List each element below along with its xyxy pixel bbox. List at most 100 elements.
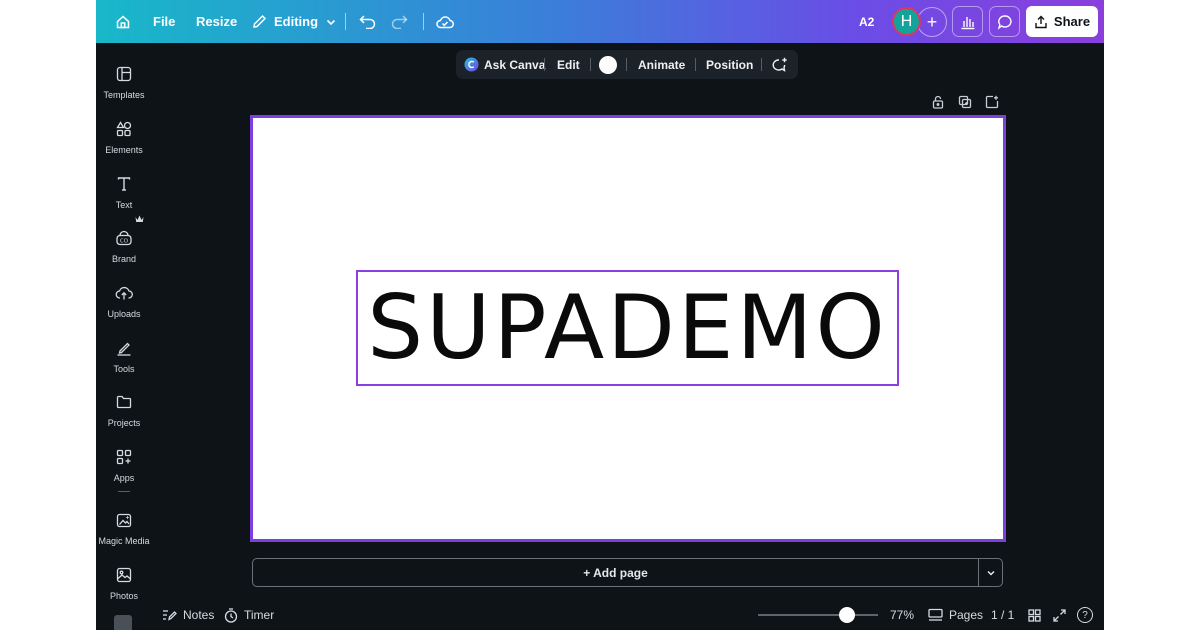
cloud-upload-icon bbox=[115, 286, 133, 300]
cloud-check-icon bbox=[436, 15, 454, 28]
sidebar-item-label: Apps bbox=[113, 473, 135, 483]
home-button[interactable] bbox=[115, 0, 131, 43]
position-button[interactable]: Position bbox=[706, 50, 753, 79]
divider bbox=[695, 58, 696, 71]
sidebar-item-label: Photos bbox=[109, 591, 139, 601]
zoom-slider-handle[interactable] bbox=[839, 607, 856, 623]
help-button[interactable]: ? bbox=[1077, 605, 1093, 625]
undo-button[interactable] bbox=[359, 0, 376, 43]
top-bar: File Resize Editing A2 + H Share bbox=[96, 0, 1104, 43]
comments-button[interactable] bbox=[989, 6, 1020, 37]
sidebar-item-brand[interactable]: CO Brand bbox=[96, 221, 152, 271]
apps-grid-icon bbox=[116, 449, 132, 465]
templates-icon bbox=[116, 66, 132, 82]
home-icon bbox=[116, 14, 130, 28]
divider bbox=[423, 13, 424, 30]
sidebar-item-label: Tools bbox=[113, 364, 135, 374]
timer-button[interactable]: Timer bbox=[224, 605, 274, 625]
chevron-down-icon bbox=[326, 19, 336, 25]
redo-icon bbox=[391, 15, 408, 29]
sidebar-item-label: Elements bbox=[105, 145, 143, 155]
more-apps-icon[interactable] bbox=[114, 615, 132, 630]
lock-icon[interactable] bbox=[931, 95, 945, 109]
sidebar-item-elements[interactable]: Elements bbox=[96, 112, 152, 162]
add-page-icon[interactable] bbox=[985, 95, 999, 109]
resize-button[interactable]: Resize bbox=[196, 0, 237, 43]
sidebar-item-text[interactable]: Text bbox=[96, 167, 152, 217]
sidebar-item-photos[interactable]: Photos bbox=[96, 558, 152, 608]
undo-icon bbox=[359, 15, 376, 29]
pages-label: Pages bbox=[949, 608, 984, 622]
share-button[interactable]: Share bbox=[1026, 6, 1098, 37]
sidebar-item-uploads[interactable]: Uploads bbox=[96, 276, 152, 326]
add-page-options-button[interactable] bbox=[978, 559, 1003, 586]
animate-button[interactable]: Animate bbox=[638, 50, 685, 79]
redo-button[interactable] bbox=[391, 0, 408, 43]
sidebar-item-label: Projects bbox=[107, 418, 141, 428]
notes-label: Notes bbox=[183, 608, 215, 622]
notes-button[interactable]: Notes bbox=[162, 605, 214, 625]
sidebar-item-tools[interactable]: Tools bbox=[96, 331, 152, 381]
svg-text:CO: CO bbox=[120, 239, 129, 245]
plus-icon: + bbox=[926, 11, 938, 32]
add-comment-button[interactable] bbox=[771, 50, 788, 79]
share-upload-icon bbox=[1035, 15, 1047, 28]
color-swatch bbox=[599, 55, 617, 74]
sidebar-item-apps[interactable]: Apps bbox=[96, 440, 152, 490]
magic-media-icon bbox=[116, 513, 132, 528]
expand-icon bbox=[1053, 608, 1066, 622]
add-page-button[interactable]: + Add page bbox=[253, 559, 978, 586]
help-icon: ? bbox=[1077, 607, 1093, 623]
chevron-down-icon bbox=[987, 570, 995, 576]
editing-mode-dropdown[interactable]: Editing bbox=[252, 0, 337, 43]
canva-editor: File Resize Editing A2 + H Share Templat… bbox=[96, 0, 1104, 630]
timer-icon bbox=[224, 607, 238, 623]
sidebar-item-label: Uploads bbox=[107, 309, 141, 319]
sidebar-item-label: Text bbox=[115, 200, 133, 210]
add-collaborator-button[interactable]: + bbox=[917, 7, 947, 37]
avatar[interactable]: H bbox=[892, 7, 921, 36]
sidebar-item-templates[interactable]: Templates bbox=[96, 57, 152, 107]
sidebar-item-label: Brand bbox=[111, 254, 137, 264]
folder-icon bbox=[116, 395, 132, 409]
elements-icon bbox=[116, 121, 132, 137]
photo-icon bbox=[116, 567, 132, 583]
brand-icon: CO bbox=[116, 230, 132, 246]
ask-canva-label: Ask Canva bbox=[484, 57, 546, 72]
zoom-value[interactable]: 77% bbox=[890, 605, 914, 625]
sidebar-item-label: Templates bbox=[103, 90, 145, 100]
page-count: 1 / 1 bbox=[991, 608, 1015, 622]
fullscreen-button[interactable] bbox=[1053, 605, 1066, 625]
grid-view-button[interactable] bbox=[1028, 605, 1041, 625]
grid-view-icon bbox=[1028, 608, 1041, 622]
divider bbox=[544, 58, 545, 71]
crown-icon bbox=[135, 215, 144, 222]
divider bbox=[626, 58, 627, 71]
divider bbox=[345, 13, 346, 30]
page-size-label: A2 bbox=[859, 14, 875, 29]
edit-button[interactable]: Edit bbox=[557, 50, 580, 79]
file-menu[interactable]: File bbox=[153, 0, 175, 43]
selected-text-element[interactable]: SUPADEMO bbox=[356, 270, 899, 386]
canva-assistant-icon bbox=[464, 57, 479, 72]
insights-button[interactable] bbox=[952, 6, 983, 37]
cloud-save-status[interactable] bbox=[436, 0, 454, 43]
add-page-bar: + Add page bbox=[252, 558, 1003, 587]
editing-label: Editing bbox=[274, 14, 319, 29]
text-color-button[interactable] bbox=[599, 50, 617, 79]
element-toolbar: Ask Canva Edit Animate Position bbox=[456, 50, 798, 79]
tools-pen-icon bbox=[117, 342, 131, 356]
sidebar-item-magic-media[interactable]: Magic Media bbox=[96, 503, 152, 553]
pencil-icon bbox=[253, 14, 267, 28]
divider bbox=[761, 58, 762, 71]
zoom-slider-track[interactable] bbox=[758, 614, 878, 616]
timer-label: Timer bbox=[244, 608, 275, 622]
sidebar-item-label: Magic Media bbox=[98, 536, 150, 546]
canvas-text: SUPADEMO bbox=[367, 276, 888, 379]
sidebar-item-projects[interactable]: Projects bbox=[96, 385, 152, 435]
text-icon bbox=[117, 177, 131, 191]
ask-canva-button[interactable]: Ask Canva bbox=[464, 50, 545, 79]
pages-button[interactable]: Pages bbox=[928, 605, 983, 625]
duplicate-page-icon[interactable] bbox=[958, 95, 972, 109]
comment-icon bbox=[997, 14, 1012, 30]
